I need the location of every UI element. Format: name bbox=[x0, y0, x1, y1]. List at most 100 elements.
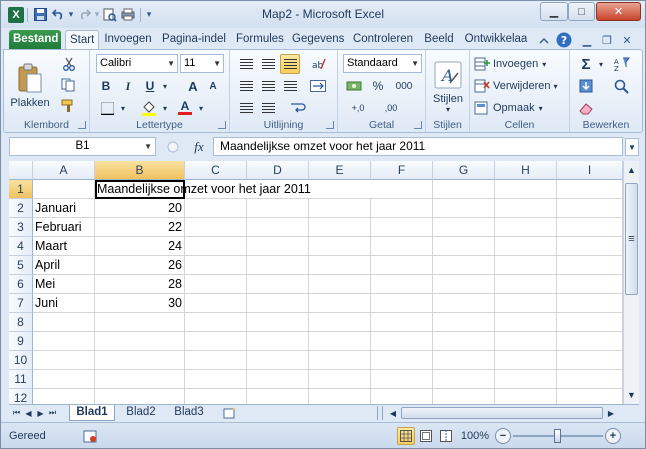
cell-b8[interactable] bbox=[95, 313, 185, 332]
cell-c10[interactable] bbox=[185, 351, 247, 370]
cell-b6[interactable]: 28 bbox=[95, 275, 185, 294]
cell-c2[interactable] bbox=[185, 199, 247, 218]
paste-button[interactable]: Plakken bbox=[10, 54, 50, 118]
cell-f7[interactable] bbox=[371, 294, 433, 313]
cell-e12[interactable] bbox=[309, 389, 371, 404]
name-box[interactable]: B1 ▼ bbox=[9, 137, 156, 156]
vertical-scrollbar[interactable]: ▲ ≡ ▼ bbox=[623, 161, 639, 404]
increase-indent-icon[interactable] bbox=[258, 98, 278, 118]
horizontal-scroll-thumb[interactable] bbox=[401, 407, 603, 419]
decrease-decimal-button[interactable]: ,00 bbox=[376, 98, 406, 118]
sheet-tab-blad1[interactable]: Blad1 bbox=[69, 405, 115, 421]
cell-g1[interactable] bbox=[433, 180, 495, 199]
cell-c8[interactable] bbox=[185, 313, 247, 332]
grow-font-button[interactable]: A bbox=[184, 76, 202, 96]
cell-h1[interactable] bbox=[495, 180, 557, 199]
row-header-6[interactable]: 6 bbox=[9, 275, 33, 294]
cell-d7[interactable] bbox=[247, 294, 309, 313]
row-header-7[interactable]: 7 bbox=[9, 294, 33, 313]
cell-g4[interactable] bbox=[433, 237, 495, 256]
sheet-tab-blad3[interactable]: Blad3 bbox=[167, 405, 211, 421]
align-center-icon[interactable] bbox=[258, 76, 278, 96]
wrap-text-icon[interactable] bbox=[286, 98, 310, 118]
cell-b11[interactable] bbox=[95, 370, 185, 389]
tab-formules[interactable]: Formules bbox=[232, 30, 286, 50]
cell-d8[interactable] bbox=[247, 313, 309, 332]
cell-b12[interactable] bbox=[95, 389, 185, 404]
copy-icon[interactable] bbox=[56, 75, 82, 95]
clear-icon[interactable] bbox=[574, 98, 598, 118]
cell-i8[interactable] bbox=[557, 313, 623, 332]
maximize-button[interactable]: □ bbox=[568, 2, 595, 21]
cell-d10[interactable] bbox=[247, 351, 309, 370]
cell-a3[interactable]: Februari bbox=[33, 218, 95, 237]
tab-bestand[interactable]: Bestand bbox=[9, 30, 61, 50]
cell-e5[interactable] bbox=[309, 256, 371, 275]
increase-decimal-button[interactable]: +,0 bbox=[343, 98, 373, 118]
font-name-combo[interactable]: Calibri ▼ bbox=[96, 54, 178, 73]
cell-i7[interactable] bbox=[557, 294, 623, 313]
merge-center-icon[interactable] bbox=[306, 76, 330, 96]
cell-h8[interactable] bbox=[495, 313, 557, 332]
cell-f8[interactable] bbox=[371, 313, 433, 332]
cell-b4[interactable]: 24 bbox=[95, 237, 185, 256]
workbook-minimize-icon[interactable]: ▁ bbox=[579, 32, 595, 48]
row-header-12[interactable]: 12 bbox=[9, 389, 33, 404]
cell-a8[interactable] bbox=[33, 313, 95, 332]
zoom-slider-thumb[interactable] bbox=[554, 429, 561, 443]
zoom-out-button[interactable]: − bbox=[495, 428, 511, 444]
cell-a10[interactable] bbox=[33, 351, 95, 370]
clipboard-launcher[interactable] bbox=[78, 121, 86, 129]
macro-record-icon[interactable] bbox=[81, 428, 99, 444]
cell-a12[interactable] bbox=[33, 389, 95, 404]
scroll-right-arrow[interactable]: ▶ bbox=[605, 405, 617, 421]
underline-button[interactable]: U bbox=[140, 76, 160, 96]
cell-f4[interactable] bbox=[371, 237, 433, 256]
cell-g7[interactable] bbox=[433, 294, 495, 313]
cell-a9[interactable] bbox=[33, 332, 95, 351]
font-color-button[interactable]: A bbox=[174, 98, 196, 118]
vertical-scroll-thumb[interactable]: ≡ bbox=[625, 183, 638, 295]
scroll-up-arrow[interactable]: ▲ bbox=[624, 161, 639, 179]
autosum-dropdown[interactable]: ▾ bbox=[596, 54, 606, 74]
column-header-c[interactable]: C bbox=[185, 161, 247, 180]
italic-button[interactable]: I bbox=[118, 76, 138, 96]
format-cells-button[interactable]: Opmaak ▾ bbox=[474, 98, 566, 118]
cell-b7[interactable]: 30 bbox=[95, 294, 185, 313]
cell-g12[interactable] bbox=[433, 389, 495, 404]
tab-gegevens[interactable]: Gegevens bbox=[288, 30, 346, 50]
cell-a7[interactable]: Juni bbox=[33, 294, 95, 313]
cell-b5[interactable]: 26 bbox=[95, 256, 185, 275]
align-right-icon[interactable] bbox=[280, 76, 300, 96]
cell-a5[interactable]: April bbox=[33, 256, 95, 275]
tab-ontwikkelaars[interactable]: Ontwikkelaa bbox=[460, 30, 532, 50]
workbook-close-icon[interactable]: ✕ bbox=[619, 32, 635, 48]
select-all-corner[interactable] bbox=[9, 161, 33, 180]
row-header-4[interactable]: 4 bbox=[9, 237, 33, 256]
cell-i2[interactable] bbox=[557, 199, 623, 218]
close-button[interactable]: ✕ bbox=[596, 2, 641, 21]
cell-c3[interactable] bbox=[185, 218, 247, 237]
cell-f2[interactable] bbox=[371, 199, 433, 218]
minimize-button[interactable]: ▁ bbox=[540, 2, 568, 21]
tab-invoegen[interactable]: Invoegen bbox=[100, 30, 156, 50]
insert-sheet-icon[interactable] bbox=[221, 406, 239, 420]
cell-g9[interactable] bbox=[433, 332, 495, 351]
cell-h7[interactable] bbox=[495, 294, 557, 313]
align-middle-icon[interactable] bbox=[258, 54, 278, 74]
cell-b10[interactable] bbox=[95, 351, 185, 370]
cell-e2[interactable] bbox=[309, 199, 371, 218]
align-top-icon[interactable] bbox=[236, 54, 256, 74]
cell-i11[interactable] bbox=[557, 370, 623, 389]
sheet-tab-blad2[interactable]: Blad2 bbox=[119, 405, 163, 421]
cell-f3[interactable] bbox=[371, 218, 433, 237]
formula-input[interactable]: Maandelijkse omzet voor het jaar 2011 bbox=[213, 137, 623, 156]
find-select-icon[interactable] bbox=[608, 76, 638, 96]
currency-icon[interactable] bbox=[343, 76, 365, 96]
cell-e6[interactable] bbox=[309, 275, 371, 294]
shrink-font-button[interactable]: A bbox=[204, 76, 222, 96]
borders-icon[interactable] bbox=[96, 98, 118, 118]
fill-color-dropdown[interactable]: ▾ bbox=[160, 98, 170, 118]
cell-g3[interactable] bbox=[433, 218, 495, 237]
cell-f6[interactable] bbox=[371, 275, 433, 294]
